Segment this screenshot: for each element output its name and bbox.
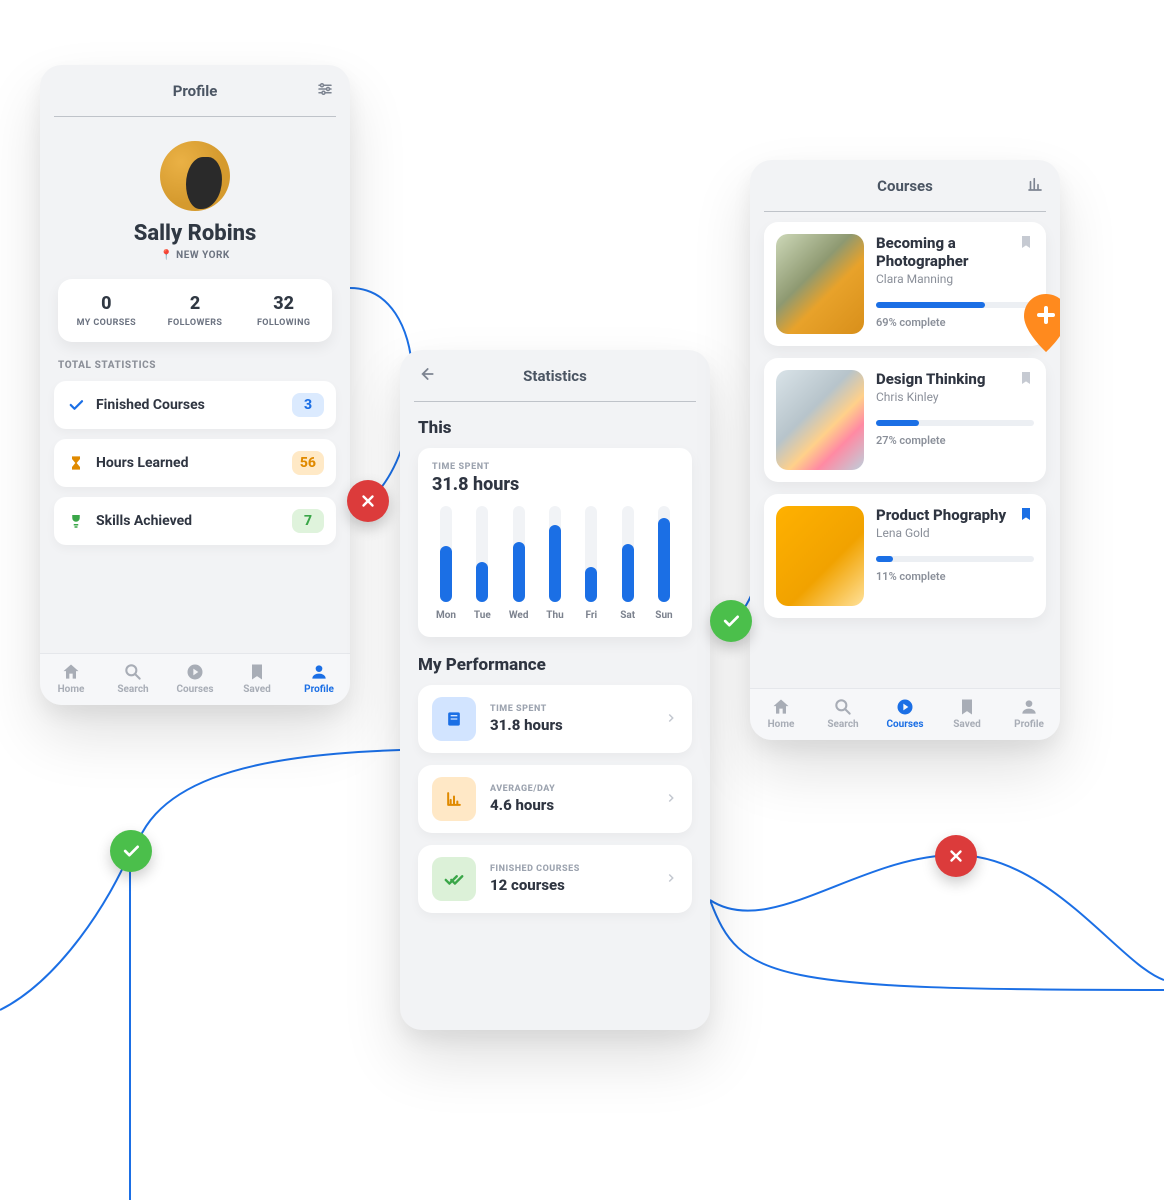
profile-name: Sally Robins [54,221,336,246]
progress-bar [876,420,1034,426]
stats-body: This TIME SPENT 31.8 hours MonTueWedThuF… [400,402,710,921]
profile-location: 📍 NEW YORK [54,250,336,261]
course-thumbnail [776,370,864,470]
time-spent-card: TIME SPENT 31.8 hours MonTueWedThuFriSat… [418,448,692,637]
profile-stats-row: 0 MY COURSES 2 FOLLOWERS 32 FOLLOWING [58,279,332,342]
time-spent-value: 31.8 hours [432,474,678,495]
bookmark-icon[interactable] [1018,370,1034,390]
my-performance-heading: My Performance [418,655,692,675]
stat-following[interactable]: 32 FOLLOWING [239,293,328,328]
badge-hours: 56 [292,451,324,475]
courses-topbar: Courses [764,160,1046,212]
stats-title: Statistics [523,367,587,385]
bar-mon: Mon [434,506,458,621]
stat-card-skills-achieved[interactable]: Skills Achieved 7 [54,497,336,545]
course-thumbnail [776,234,864,334]
courses-screen: Courses Becoming a Photographer Clara Ma… [750,160,1060,740]
double-check-icon [432,857,476,901]
weekly-bar-chart: MonTueWedThuFriSatSun [434,511,676,621]
stat-my-courses[interactable]: 0 MY COURSES [62,293,151,328]
nav-saved[interactable]: Saved [936,697,998,730]
back-arrow-icon[interactable] [416,364,436,388]
stat-followers[interactable]: 2 FOLLOWERS [151,293,240,328]
nav-home[interactable]: Home [750,697,812,730]
decision-no-1 [347,480,389,522]
perf-finished-courses[interactable]: FINISHED COURSES 12 courses [418,845,692,913]
bar-wed: Wed [507,506,531,621]
badge-skills: 7 [292,509,324,533]
settings-sliders-icon[interactable] [316,80,334,102]
stats-bars-icon[interactable] [1026,175,1044,197]
profile-screen: Profile Sally Robins 📍 NEW YORK 0 MY COU… [40,65,350,705]
bar-fri: Fri [579,506,603,621]
stat-card-hours-learned[interactable]: Hours Learned 56 [54,439,336,487]
bar-thu: Thu [543,506,567,621]
perf-average-day[interactable]: AVERAGE/DAY 4.6 hours [418,765,692,833]
chevron-right-icon [664,790,678,809]
hourglass-icon [66,453,86,473]
nav-courses[interactable]: Courses [164,662,226,695]
nav-courses[interactable]: Courses [874,697,936,730]
time-spent-label: TIME SPENT [432,462,678,472]
bar-sun: Sun [652,506,676,621]
nav-search[interactable]: Search [812,697,874,730]
add-location-pin-icon[interactable] [1022,294,1060,348]
pin-icon: 📍 [160,250,173,261]
bar-chart-icon [432,777,476,821]
nav-home[interactable]: Home [40,662,102,695]
progress-bar [876,556,1034,562]
progress-bar [876,302,1034,308]
profile-topbar: Profile [54,65,336,117]
bookmark-icon[interactable] [1018,506,1034,526]
nav-saved[interactable]: Saved [226,662,288,695]
profile-body: Sally Robins 📍 NEW YORK 0 MY COURSES 2 F… [40,117,350,559]
nav-profile[interactable]: Profile [998,697,1060,730]
stat-card-finished-courses[interactable]: Finished Courses 3 [54,381,336,429]
nav-profile[interactable]: Profile [288,662,350,695]
perf-time-spent[interactable]: TIME SPENT 31.8 hours [418,685,692,753]
total-statistics-label: TOTAL STATISTICS [58,360,332,371]
course-card-1[interactable]: Becoming a Photographer Clara Manning 69… [764,222,1046,346]
chevron-right-icon [664,870,678,889]
stats-heading: This [418,418,692,438]
statistics-screen: Statistics This TIME SPENT 31.8 hours Mo… [400,350,710,1030]
avatar[interactable] [160,141,230,211]
decision-ok-2 [110,830,152,872]
badge-finished: 3 [292,393,324,417]
course-card-2[interactable]: Design Thinking Chris Kinley 27% complet… [764,358,1046,482]
bar-tue: Tue [470,506,494,621]
profile-bottom-nav: Home Search Courses Saved Profile [40,653,350,705]
courses-title: Courses [877,177,933,195]
chevron-right-icon [664,710,678,729]
stats-topbar: Statistics [414,350,696,402]
bookmark-icon[interactable] [1018,234,1034,254]
course-thumbnail [776,506,864,606]
courses-bottom-nav: Home Search Courses Saved Profile [750,688,1060,740]
course-card-3[interactable]: Product Phography Lena Gold 11% complete [764,494,1046,618]
decision-no-2 [935,835,977,877]
book-icon [432,697,476,741]
trophy-icon [66,511,86,531]
check-icon [66,395,86,415]
bar-sat: Sat [616,506,640,621]
profile-title: Profile [173,82,218,100]
decision-ok-1 [710,600,752,642]
nav-search[interactable]: Search [102,662,164,695]
